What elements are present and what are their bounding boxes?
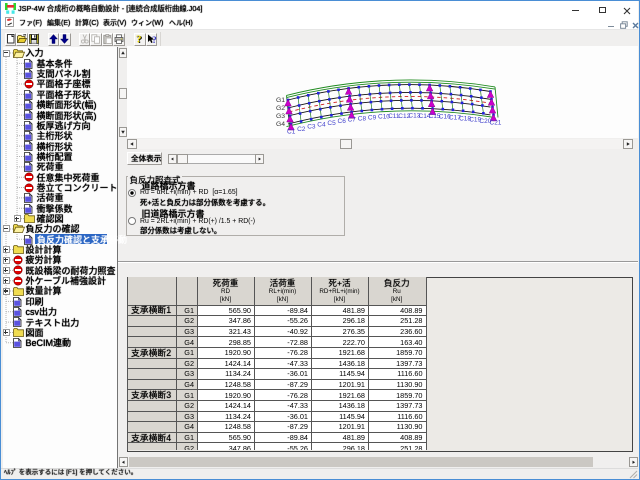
svg-text:C7: C7	[348, 117, 357, 124]
svg-text:C5: C5	[327, 120, 336, 127]
svg-text:C4: C4	[317, 122, 326, 129]
svg-text:C6: C6	[338, 118, 347, 125]
svg-text:C21: C21	[490, 119, 502, 126]
svg-text:?: ?	[136, 34, 142, 44]
svg-text:G1: G1	[276, 97, 285, 104]
svg-text:?: ?	[152, 36, 157, 44]
svg-text:G4: G4	[276, 121, 285, 128]
svg-text:C8: C8	[358, 116, 367, 123]
svg-text:G2: G2	[276, 105, 285, 112]
svg-text:C1: C1	[287, 129, 296, 136]
svg-text:G3: G3	[276, 113, 285, 120]
svg-text:C9: C9	[368, 115, 377, 122]
svg-text:C2: C2	[297, 126, 306, 133]
svg-text:C3: C3	[307, 124, 316, 131]
